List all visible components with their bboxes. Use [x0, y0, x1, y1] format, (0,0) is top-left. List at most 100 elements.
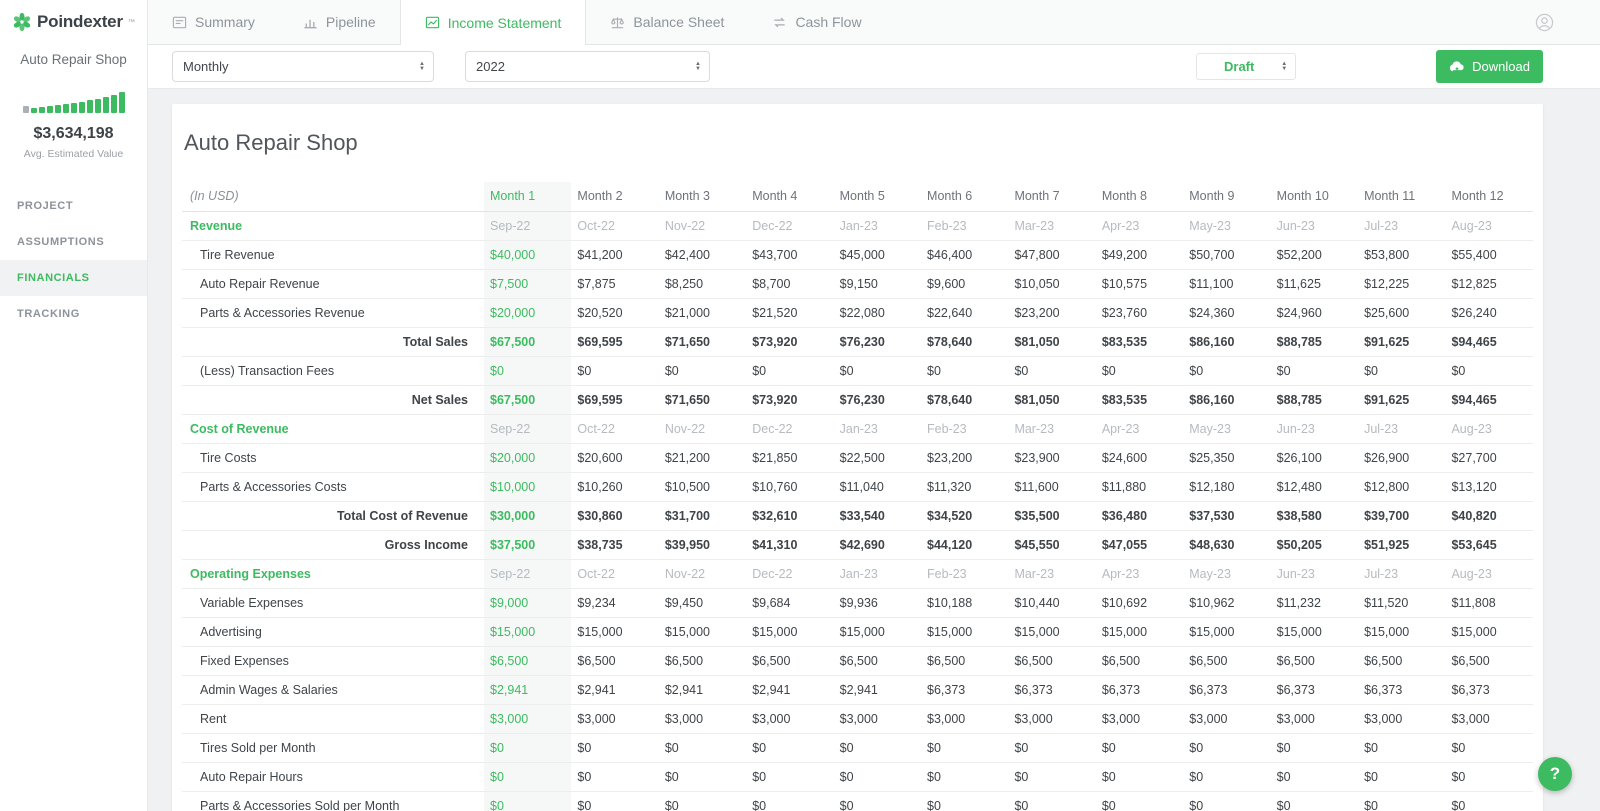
- sidebar-item-assumptions[interactable]: ASSUMPTIONS: [0, 224, 147, 260]
- value-cell: $15,000: [1183, 617, 1271, 647]
- value-cell: $36,480: [1095, 501, 1184, 531]
- user-icon[interactable]: [1535, 13, 1554, 32]
- value-cell: $0: [1270, 356, 1359, 386]
- value-cell: $10,050: [1008, 269, 1096, 299]
- value-cell: $9,150: [833, 269, 922, 299]
- tab-label: Cash Flow: [795, 14, 862, 30]
- help-button[interactable]: ?: [1538, 757, 1572, 791]
- tab-summary[interactable]: Summary: [148, 0, 279, 44]
- status-select[interactable]: Draft: [1196, 53, 1297, 80]
- value-cell: $30,860: [571, 501, 659, 531]
- value-cell: $81,050: [1008, 327, 1096, 357]
- value-cell: $2,941: [746, 675, 834, 705]
- value-cell: $0: [1183, 733, 1271, 763]
- value-cell: $6,500: [1183, 646, 1271, 676]
- value-cell: $0: [921, 733, 1009, 763]
- value-cell: $9,000: [484, 588, 572, 618]
- tab-income-statement[interactable]: Income Statement: [399, 0, 587, 45]
- tab-balance-sheet[interactable]: Balance Sheet: [586, 0, 748, 44]
- date-cell: Oct-22: [571, 414, 659, 444]
- value-cell: $9,684: [746, 588, 834, 618]
- value-cell: $24,960: [1270, 298, 1359, 328]
- date-cell: Aug-23: [1445, 559, 1533, 589]
- value-cell: $0: [833, 762, 922, 792]
- value-cell: $69,595: [571, 327, 659, 357]
- row-label: Auto Repair Revenue: [182, 269, 484, 299]
- value-mini-chart: [0, 83, 147, 113]
- value-cell: $38,735: [571, 530, 659, 560]
- date-cell: Mar-23: [1008, 559, 1096, 589]
- value-cell: $40,820: [1445, 501, 1533, 531]
- row-label: Admin Wages & Salaries: [182, 675, 484, 705]
- value-cell: $33,540: [833, 501, 922, 531]
- value-cell: $15,000: [833, 617, 922, 647]
- date-cell: May-23: [1183, 211, 1271, 241]
- chart-bar: [78, 102, 85, 113]
- value-cell: $10,188: [921, 588, 1009, 618]
- value-cell: $0: [658, 733, 747, 763]
- value-cell: $73,920: [746, 327, 834, 357]
- value-cell: $2,941: [484, 675, 572, 705]
- value-cell: $39,950: [658, 530, 747, 560]
- poindexter-logo[interactable]: Poindexter ™: [0, 0, 147, 36]
- year-select[interactable]: 2022: [465, 51, 710, 82]
- unit-label: (In USD): [182, 182, 484, 212]
- date-cell: Sep-22: [484, 211, 572, 241]
- date-cell: Jan-23: [833, 559, 922, 589]
- value-cell: $31,700: [658, 501, 747, 531]
- value-cell: $0: [833, 356, 922, 386]
- value-cell: $73,920: [746, 385, 834, 415]
- value-cell: $11,600: [1008, 472, 1096, 502]
- date-cell: May-23: [1183, 414, 1271, 444]
- table-row: Advertising $15,000 $15,000 $15,000 $15,000 $…: [182, 617, 1533, 647]
- value-cell: $6,500: [484, 646, 572, 676]
- estimated-value-caption: Avg. Estimated Value: [23, 148, 124, 160]
- value-cell: $6,373: [1008, 675, 1096, 705]
- value-cell: $10,575: [1095, 269, 1184, 299]
- value-cell: $11,625: [1270, 269, 1359, 299]
- value-cell: $26,900: [1358, 443, 1446, 473]
- period-select[interactable]: Monthly: [172, 51, 434, 82]
- value-cell: $0: [571, 791, 659, 811]
- download-label: Download: [1472, 59, 1530, 74]
- tab-pipeline[interactable]: Pipeline: [279, 0, 400, 44]
- sidebar-item-tracking[interactable]: TRACKING: [0, 296, 147, 332]
- value-cell: $91,625: [1358, 385, 1446, 415]
- value-cell: $0: [1095, 762, 1184, 792]
- date-cell: Mar-23: [1008, 414, 1096, 444]
- value-cell: $11,100: [1183, 269, 1271, 299]
- value-cell: $22,080: [833, 298, 922, 328]
- value-cell: $35,500: [1008, 501, 1096, 531]
- value-cell: $39,700: [1358, 501, 1446, 531]
- date-cell: Feb-23: [921, 211, 1009, 241]
- column-header: Month 6: [921, 182, 1009, 212]
- sidebar-item-project[interactable]: PROJECT: [0, 188, 147, 224]
- row-label: Tire Costs: [182, 443, 484, 473]
- row-label: Parts & Accessories Costs: [182, 472, 484, 502]
- tab-cash-flow[interactable]: Cash Flow: [748, 0, 885, 44]
- value-cell: $8,250: [658, 269, 747, 299]
- table-row: Tire Costs $20,000 $20,600 $21,200 $21,850 $2…: [182, 443, 1533, 473]
- value-cell: $0: [1008, 356, 1096, 386]
- value-cell: $23,200: [1008, 298, 1096, 328]
- value-cell: $0: [921, 762, 1009, 792]
- value-cell: $0: [921, 356, 1009, 386]
- chart-bar: [54, 105, 61, 113]
- value-cell: $0: [833, 733, 922, 763]
- pipeline-icon: [303, 15, 318, 30]
- value-cell: $41,200: [571, 240, 659, 270]
- chart-bar: [110, 95, 117, 113]
- tabs: Summary Pipeline Income Statement Balance S…: [148, 0, 886, 45]
- sidebar-item-financials[interactable]: FINANCIALS: [0, 260, 147, 296]
- value-cell: $0: [1445, 733, 1533, 763]
- download-button[interactable]: Download: [1436, 50, 1543, 83]
- value-cell: $0: [1358, 791, 1446, 811]
- value-cell: $0: [746, 733, 834, 763]
- value-cell: $25,350: [1183, 443, 1271, 473]
- chart-bar: [86, 100, 93, 113]
- value-cell: $91,625: [1358, 327, 1446, 357]
- value-cell: $12,480: [1270, 472, 1359, 502]
- value-cell: $42,400: [658, 240, 747, 270]
- value-cell: $10,500: [658, 472, 747, 502]
- table-row: Net Sales $67,500 $69,595 $71,650 $73,920 $76…: [182, 385, 1533, 415]
